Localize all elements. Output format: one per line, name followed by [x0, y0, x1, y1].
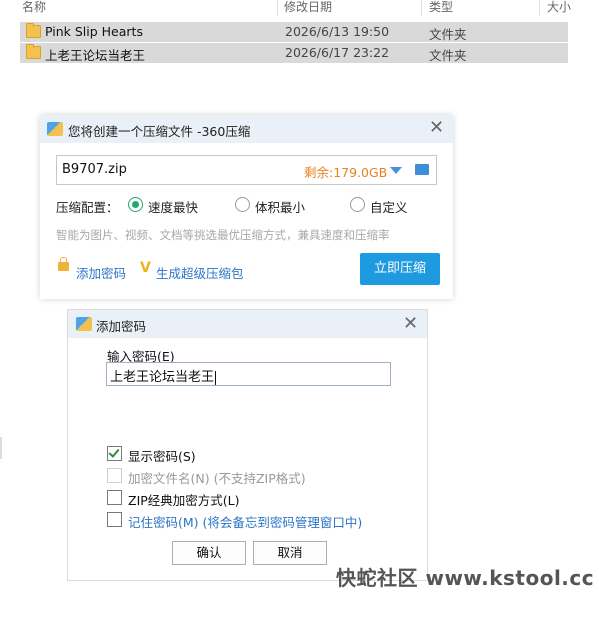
file-name: Pink Slip Hearts: [45, 24, 143, 39]
cancel-button[interactable]: 取消: [253, 541, 327, 565]
column-size[interactable]: 大小: [547, 0, 571, 15]
file-date: 2026/6/17 23:22: [285, 45, 390, 60]
compress-now-button[interactable]: 立即压缩: [360, 253, 440, 285]
option-fastest-label[interactable]: 速度最快: [148, 197, 198, 216]
add-password-link[interactable]: 添加密码: [76, 263, 126, 282]
watermark: 快蛇社区 www.kstool.cc: [336, 566, 595, 590]
close-icon[interactable]: ✕: [429, 119, 444, 137]
column-divider: [421, 0, 422, 16]
archive-filename[interactable]: B9707.zip: [62, 162, 127, 177]
encrypt-filenames-label: 加密文件名(N) (不支持ZIP格式): [128, 471, 306, 486]
password-dialog: 添加密码 ✕ 输入密码(E) 上老王论坛当老王 显示密码(S) 加密文件名(N)…: [67, 309, 428, 581]
password-value[interactable]: 上老王论坛当老王: [110, 366, 217, 385]
v-badge-icon: V: [140, 260, 151, 276]
browse-folder-icon[interactable]: [415, 164, 429, 175]
option-smallest-label[interactable]: 体积最小: [255, 197, 305, 216]
radio-smallest[interactable]: [235, 197, 250, 212]
password-dialog-title: 添加密码: [96, 319, 147, 334]
remember-password-checkbox[interactable]: [107, 512, 122, 527]
left-edge-marker: [0, 437, 2, 459]
compress-dialog-title: 您将创建一个压缩文件 -360压缩: [68, 124, 251, 139]
radio-fastest[interactable]: [128, 197, 143, 212]
show-password-checkbox[interactable]: [107, 446, 122, 461]
radio-custom[interactable]: [350, 197, 365, 212]
password-dialog-titlebar[interactable]: 添加密码 ✕: [68, 310, 427, 338]
option-custom-label[interactable]: 自定义: [370, 197, 408, 216]
remember-password-label[interactable]: 记住密码(M) (将会备忘到密码管理窗口中): [128, 512, 362, 531]
file-type: 文件夹: [429, 48, 467, 63]
app-icon: [47, 122, 63, 136]
file-name: 上老王论坛当老王: [45, 48, 146, 63]
file-row[interactable]: Pink Slip Hearts 2026/6/13 19:50 文件夹: [20, 22, 568, 42]
password-input[interactable]: 上老王论坛当老王: [106, 362, 391, 386]
zip-classic-label[interactable]: ZIP经典加密方式(L): [128, 490, 240, 509]
folder-icon: [26, 44, 41, 59]
compress-dialog: 您将创建一个压缩文件 -360压缩 ✕ B9707.zip 剩余:179.0GB…: [40, 115, 453, 299]
zip-classic-checkbox[interactable]: [107, 490, 122, 505]
encrypt-filenames-checkbox[interactable]: [107, 468, 122, 483]
column-divider: [277, 0, 278, 16]
column-date[interactable]: 修改日期: [284, 0, 332, 15]
chevron-down-icon[interactable]: [390, 167, 402, 174]
app-icon: [76, 317, 92, 331]
show-password-label[interactable]: 显示密码(S): [128, 446, 196, 465]
file-type: 文件夹: [429, 27, 467, 42]
column-name[interactable]: 名称: [22, 0, 46, 15]
config-label: 压缩配置：: [56, 200, 119, 215]
archive-path-field[interactable]: B9707.zip 剩余:179.0GB: [56, 155, 437, 185]
explorer-header: 名称 修改日期 类型 大小: [0, 0, 599, 16]
file-row[interactable]: 上老王论坛当老王 2026/6/17 23:22 文件夹: [20, 43, 568, 63]
folder-icon: [26, 23, 41, 38]
compress-dialog-titlebar[interactable]: 您将创建一个压缩文件 -360压缩 ✕: [40, 115, 453, 143]
free-space-label: 剩余:179.0GB: [304, 165, 388, 180]
file-date: 2026/6/13 19:50: [285, 24, 390, 39]
column-divider: [539, 0, 540, 16]
column-type[interactable]: 类型: [429, 0, 453, 15]
close-icon[interactable]: ✕: [403, 315, 418, 333]
ok-button[interactable]: 确认: [172, 541, 246, 565]
super-pack-link[interactable]: 生成超级压缩包: [156, 263, 244, 282]
compress-hint: 智能为图片、视频、文档等挑选最优压缩方式，兼具速度和压缩率: [56, 228, 390, 242]
lock-icon: [58, 257, 69, 271]
